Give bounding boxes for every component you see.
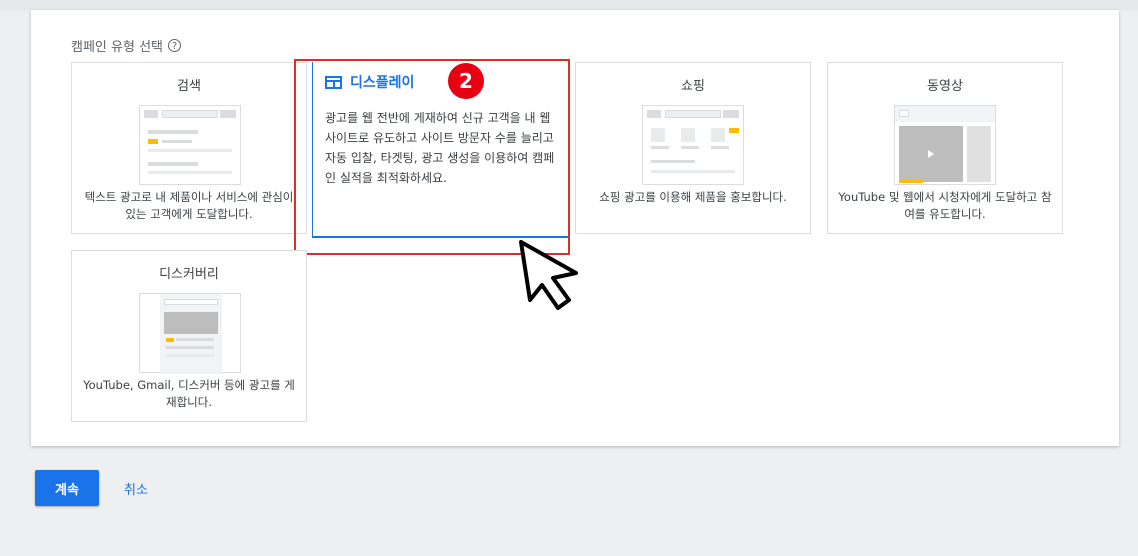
card-discovery[interactable]: 디스커버리 YouTube, Gmail, 디스커버 등에 광고를 게재합니다. [71, 250, 307, 422]
card-video-desc: YouTube 및 웹에서 시청자에게 도달하고 참여를 유도합니다. [838, 190, 1052, 221]
card-display[interactable]: 디스플레이 광고를 웹 전반에 게재하여 신규 고객을 내 웹사이트로 유도하고… [312, 62, 570, 238]
card-search-title: 검색 [177, 79, 201, 94]
step-badge: 2 [448, 63, 484, 99]
card-search[interactable]: 검색 텍스트 광고로 내 제품이나 서비스에 관심이 있는 고객에게 도달합니다… [71, 62, 307, 234]
card-display-desc: 광고를 웹 전반에 게재하여 신규 고객을 내 웹사이트로 유도하고 사이트 방… [325, 111, 555, 185]
cursor-arrow-icon [519, 240, 578, 310]
continue-button[interactable]: 계속 [35, 470, 99, 506]
display-icon [325, 75, 342, 89]
card-display-title: 디스플레이 [325, 72, 414, 92]
video-illustration-icon [894, 105, 996, 185]
search-illustration-icon [139, 105, 241, 185]
play-icon [928, 150, 934, 158]
card-discovery-desc: YouTube, Gmail, 디스커버 등에 광고를 게재합니다. [83, 378, 295, 409]
card-video-title: 동영상 [927, 79, 963, 94]
section-title: 캠페인 유형 선택 ? [71, 36, 181, 55]
cancel-button[interactable]: 취소 [112, 470, 160, 506]
card-shopping[interactable]: 쇼핑 쇼핑 광고를 이용해 제품을 홍보합니다. [575, 62, 811, 234]
card-shopping-desc: 쇼핑 광고를 이용해 제품을 홍보합니다. [599, 190, 787, 204]
help-icon[interactable]: ? [168, 39, 181, 52]
card-discovery-title: 디스커버리 [159, 267, 219, 282]
card-video[interactable]: 동영상 YouTube 및 웹에서 시청자에게 도달하고 참여를 유도합니다. [827, 62, 1063, 234]
shopping-illustration-icon [642, 105, 744, 185]
card-display-title-text: 디스플레이 [350, 75, 415, 91]
top-band [0, 0, 1138, 10]
card-shopping-title: 쇼핑 [681, 79, 705, 94]
discovery-illustration-icon [139, 293, 241, 374]
section-title-text: 캠페인 유형 선택 [71, 40, 163, 55]
card-search-desc: 텍스트 광고로 내 제품이나 서비스에 관심이 있는 고객에게 도달합니다. [84, 190, 294, 221]
